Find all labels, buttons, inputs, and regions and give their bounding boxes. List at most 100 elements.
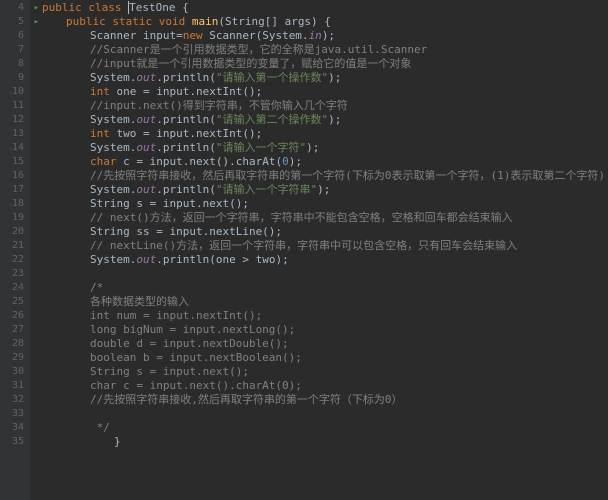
line-number: 24	[0, 281, 30, 295]
code-token: in	[309, 29, 322, 42]
code-line[interactable]: char c = input.next().charAt(0);	[42, 155, 608, 169]
code-line[interactable]: System.out.println("请输入第二个操作数");	[42, 113, 608, 127]
code-line[interactable]: String s = input.next();	[42, 197, 608, 211]
line-number: 32	[0, 393, 30, 407]
code-token: //先按照字符串接收，然后再取字符串的第一个字符(下标为0表示取第一个字符，(1…	[90, 169, 605, 182]
line-number: 8	[0, 57, 30, 71]
code-token: int	[90, 127, 117, 140]
line-number: 9	[0, 71, 30, 85]
code-line[interactable]: */	[42, 421, 608, 435]
code-line[interactable]: boolean b = input.nextBoolean();	[42, 351, 608, 365]
code-line[interactable]: //Scanner是一个引用数据类型，它的全称是java.util.Scanne…	[42, 43, 608, 57]
code-line[interactable]: // nextLine()方法，返回一个字符串，字符串中可以包含空格，只有回车会…	[42, 239, 608, 253]
code-token: "请输入一个字符串"	[216, 183, 317, 196]
code-line[interactable]: //先按照字符串接收,然后再取字符串的第一个字符（下标为0）	[42, 393, 608, 407]
code-line[interactable]: String s = input.next();	[42, 365, 608, 379]
code-line[interactable]	[42, 407, 608, 421]
line-number: 21	[0, 239, 30, 253]
code-token: );	[317, 183, 330, 196]
code-token: System.	[90, 253, 136, 266]
code-line[interactable]: int one = input.nextInt();	[42, 85, 608, 99]
code-line[interactable]: System.out.println("请输入一个字符");	[42, 141, 608, 155]
code-token: String ss = input.nextLine();	[90, 225, 282, 238]
line-number: 35	[0, 435, 30, 449]
code-token: new	[183, 29, 210, 42]
line-number: 17	[0, 183, 30, 197]
code-token: one = input.nextInt();	[117, 85, 263, 98]
code-token: String s = input.next();	[90, 197, 249, 210]
line-number: 22	[0, 253, 30, 267]
code-token: Scanner input=	[90, 29, 183, 42]
line-number: 16	[0, 169, 30, 183]
code-token: .println(	[156, 71, 216, 84]
line-number: 11	[0, 99, 30, 113]
code-line[interactable]: Scanner input=new Scanner(System.in);	[42, 29, 608, 43]
line-number: 10	[0, 85, 30, 99]
code-token: .println(	[156, 141, 216, 154]
code-token: boolean b = input.nextBoolean();	[90, 351, 302, 364]
code-line[interactable]: //先按照字符串接收，然后再取字符串的第一个字符(下标为0表示取第一个字符，(1…	[42, 169, 608, 183]
code-token: "请输入一个字符"	[216, 141, 306, 154]
code-token: main	[192, 15, 219, 28]
line-number: 28	[0, 337, 30, 351]
line-number: 12	[0, 113, 30, 127]
code-line[interactable]: // next()方法，返回一个字符串，字符串中不能包含空格，空格和回车都会结束…	[42, 211, 608, 225]
code-line[interactable]: }	[42, 435, 608, 449]
code-token: c = input.next().charAt(	[123, 155, 282, 168]
code-area[interactable]: public class TestOne {public static void…	[30, 0, 608, 500]
code-token: .println(	[156, 183, 216, 196]
code-token: System.	[90, 183, 136, 196]
code-token: int num = input.nextInt();	[90, 309, 262, 322]
code-token: System.	[90, 141, 136, 154]
code-token: char	[90, 155, 123, 168]
line-number: 18	[0, 197, 30, 211]
line-number: 15	[0, 155, 30, 169]
line-number: 30	[0, 365, 30, 379]
code-token: (String[] args) {	[218, 15, 331, 28]
code-line[interactable]: double d = input.nextDouble();	[42, 337, 608, 351]
code-token: out	[136, 253, 156, 266]
code-line[interactable]: char c = input.next().charAt(0);	[42, 379, 608, 393]
line-number-gutter: 4567891011121314151617181920212223242526…	[0, 0, 30, 500]
code-token: TestOne {	[129, 1, 189, 14]
line-number: 23	[0, 267, 30, 281]
code-token: "请输入第二个操作数"	[216, 113, 328, 126]
code-line[interactable]: //input.next()得到字符串，不管你输入几个字符	[42, 99, 608, 113]
line-number: 20	[0, 225, 30, 239]
code-token: int	[90, 85, 117, 98]
code-token: }	[114, 435, 121, 448]
code-token: "请输入第一个操作数"	[216, 71, 328, 84]
code-line[interactable]: 各种数据类型的输入	[42, 295, 608, 309]
code-line[interactable]: //input就是一个引用数据类型的变量了，赋给它的值是一个对象	[42, 57, 608, 71]
code-token: // nextLine()方法，返回一个字符串，字符串中可以包含空格，只有回车会…	[90, 239, 517, 252]
line-number: 4	[0, 1, 30, 15]
code-token: 各种数据类型的输入	[90, 295, 189, 308]
code-token: */	[90, 421, 110, 434]
code-line[interactable]: long bigNum = input.nextLong();	[42, 323, 608, 337]
code-line[interactable]: int two = input.nextInt();	[42, 127, 608, 141]
code-token: //先按照字符串接收,然后再取字符串的第一个字符（下标为0）	[90, 393, 403, 406]
line-number: 13	[0, 127, 30, 141]
code-token: two = input.nextInt();	[117, 127, 263, 140]
line-number: 25	[0, 295, 30, 309]
code-line[interactable]: System.out.println("请输入一个字符串");	[42, 183, 608, 197]
code-line[interactable]: String ss = input.nextLine();	[42, 225, 608, 239]
code-line[interactable]: System.out.println("请输入第一个操作数");	[42, 71, 608, 85]
code-token: double d = input.nextDouble();	[90, 337, 289, 350]
code-line[interactable]	[42, 267, 608, 281]
code-token: long bigNum = input.nextLong();	[90, 323, 295, 336]
code-line[interactable]: public class TestOne {	[42, 1, 608, 15]
code-token: out	[136, 71, 156, 84]
line-number: 33	[0, 407, 30, 421]
code-line[interactable]: System.out.println(one > two);	[42, 253, 608, 267]
code-token: char c = input.next().charAt(0);	[90, 379, 302, 392]
code-line[interactable]: public static void main(String[] args) {	[42, 15, 608, 29]
code-line[interactable]: /*	[42, 281, 608, 295]
code-line[interactable]: int num = input.nextInt();	[42, 309, 608, 323]
code-token: // next()方法，返回一个字符串，字符串中不能包含空格，空格和回车都会结束…	[90, 211, 513, 224]
code-token: //Scanner是一个引用数据类型，它的全称是java.util.Scanne…	[90, 43, 427, 56]
code-editor: 4567891011121314151617181920212223242526…	[0, 0, 608, 500]
line-number: 31	[0, 379, 30, 393]
code-token: );	[289, 155, 302, 168]
code-token: );	[322, 29, 335, 42]
